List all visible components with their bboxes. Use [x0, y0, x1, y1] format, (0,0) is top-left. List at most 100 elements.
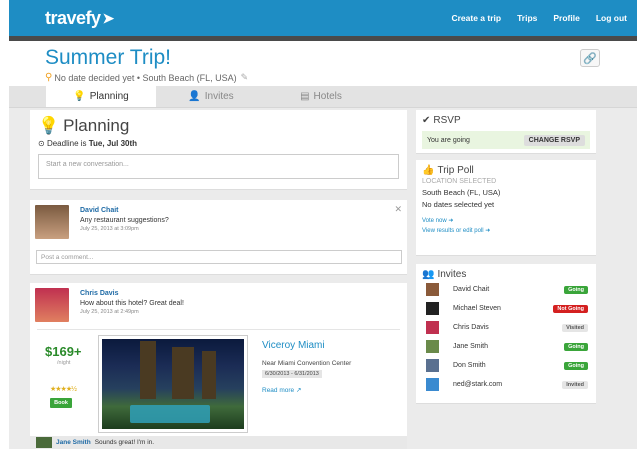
invite-status-badge: Invited [562, 380, 588, 389]
planning-heading: 💡 Planning [38, 116, 130, 135]
trip-poll-card: 👍 Trip Poll LOCATION SELECTED South Beach… [416, 160, 596, 256]
rsvp-status: You are going CHANGE RSVP [422, 131, 590, 149]
invites-card: 👥 Invites David Chait Going Michael Steven N… [416, 264, 596, 404]
invite-status-badge: Going [564, 342, 588, 351]
change-rsvp-button[interactable]: CHANGE RSVP [523, 134, 585, 146]
invite-status-badge: Visited [562, 323, 588, 332]
invite-row: Jane Smith Going [422, 337, 590, 356]
post-author[interactable]: David Chait [80, 207, 169, 214]
hotel-dates: 6/30/2013 - 6/31/2013 [262, 370, 322, 378]
check-icon: ✔ [422, 115, 431, 126]
hotel-photo[interactable] [99, 336, 247, 432]
trip-tabs: 💡 Planning 👤 Invites ▤ Hotels [9, 86, 637, 108]
nav-trips[interactable]: Trips [517, 13, 537, 23]
lightbulb-icon: 💡 [38, 116, 60, 135]
vote-now-link[interactable]: Vote now ➜ [422, 217, 590, 224]
left-frame [0, 0, 9, 449]
avatar [426, 283, 439, 296]
avatar [426, 359, 439, 372]
star-rating: ★★★★½ [50, 386, 77, 393]
plane-icon: ➤ [102, 9, 115, 26]
invitee-name: ned@stark.com [453, 381, 503, 388]
tab-invites[interactable]: 👤 Invites [156, 86, 266, 107]
poll-state: LOCATION SELECTED [422, 178, 497, 185]
users-icon: 👥 [422, 269, 435, 280]
nav-logout[interactable]: Log out [596, 13, 627, 23]
trip-header: Summer Trip! ⚲ No date decided yet • Sou… [9, 41, 637, 86]
book-button[interactable]: Book [50, 398, 72, 408]
avatar [426, 378, 439, 391]
avatar [35, 288, 69, 322]
trip-subtitle: ⚲ No date decided yet • South Beach (FL,… [45, 72, 249, 83]
thumbs-up-icon: 👍 [422, 165, 435, 176]
post-meta: David Chait Any restaurant suggestions? … [80, 207, 169, 232]
invite-row: David Chait Going [422, 280, 590, 299]
main-column: 💡 Planning ⊙ Deadline is Tue, Jul 30th St… [30, 110, 407, 443]
post-date: July 25, 2013 at 3:09pm [80, 226, 139, 232]
invite-row: ned@stark.com Invited [422, 375, 590, 394]
post-author[interactable]: Chris Davis [80, 290, 184, 297]
share-link-button[interactable]: 🔗 [580, 49, 600, 67]
close-icon[interactable]: ✕ [394, 204, 402, 215]
nav-create-trip[interactable]: Create a trip [451, 13, 501, 23]
hotel-icon: ▤ [300, 91, 310, 102]
per-night-label: /night [57, 360, 71, 366]
invite-row: Don Smith Going [422, 356, 590, 375]
comment-input[interactable]: Post a comment... [36, 250, 402, 264]
rsvp-card: ✔ RSVP You are going CHANGE RSVP [416, 110, 596, 154]
external-link-icon: ↗ [295, 387, 302, 394]
user-icon: 👤 [188, 91, 201, 102]
avatar [426, 321, 439, 334]
reply-text: Sounds great! I'm in. [94, 439, 155, 446]
hotel-location: Near Miami Convention Center [262, 360, 352, 367]
invitee-name: Michael Steven [453, 305, 501, 312]
main-nav: Create a trip Trips Profile Log out [451, 13, 627, 23]
reply-author[interactable]: Jane Smith [56, 439, 91, 446]
planning-card: 💡 Planning ⊙ Deadline is Tue, Jul 30th St… [30, 110, 407, 190]
hotel-post: Chris Davis How about this hotel? Great … [30, 283, 407, 443]
view-results-link[interactable]: View results or edit poll ➜ [422, 227, 590, 234]
post-date: July 25, 2013 at 2:49pm [80, 309, 139, 315]
top-nav-bar: travefy ➤ Create a trip Trips Profile Log… [9, 0, 637, 36]
sidebar: ✔ RSVP You are going CHANGE RSVP 👍 Trip Po… [416, 110, 596, 404]
invite-list: David Chait Going Michael Steven Not Going C… [422, 280, 590, 394]
rsvp-heading: ✔ RSVP [422, 115, 461, 126]
invitee-name: Jane Smith [453, 343, 489, 350]
link-icon: 🔗 [583, 52, 597, 65]
invite-row: Michael Steven Not Going [422, 299, 590, 318]
poll-heading: 👍 Trip Poll [422, 165, 474, 176]
post-meta: Chris Davis How about this hotel? Great … [80, 290, 184, 315]
poll-dates: No dates selected yet [422, 200, 495, 209]
invite-status-badge: Not Going [553, 304, 588, 313]
invitee-name: Don Smith [453, 362, 486, 369]
new-conversation-input[interactable]: Start a new conversation... [38, 154, 399, 179]
reply-row: Jane Smith Sounds great! I'm in. [30, 436, 407, 449]
poll-location: South Beach (FL, USA) [422, 188, 501, 197]
location-pin-icon: ⚲ [45, 72, 53, 83]
invites-heading: 👥 Invites [422, 269, 467, 280]
avatar [35, 205, 69, 239]
post-text: How about this hotel? Great deal! [80, 300, 184, 307]
invitee-name: Chris Davis [453, 324, 489, 331]
post-text: Any restaurant suggestions? [80, 217, 169, 224]
avatar [426, 302, 439, 315]
invite-status-badge: Going [564, 285, 588, 294]
hotel-name-link[interactable]: Viceroy Miami [262, 340, 325, 351]
nav-profile[interactable]: Profile [553, 13, 579, 23]
invite-status-badge: Going [564, 361, 588, 370]
avatar [426, 340, 439, 353]
conversation-post: David Chait Any restaurant suggestions? … [30, 200, 407, 275]
travefy-logo[interactable]: travefy ➤ [45, 8, 114, 29]
invite-row: Chris Davis Visited [422, 318, 590, 337]
tab-hotels[interactable]: ▤ Hotels [266, 86, 376, 107]
hotel-price: $169+ [45, 344, 82, 359]
avatar [36, 437, 52, 448]
trip-title: Summer Trip! [45, 46, 172, 69]
deadline-text: ⊙ Deadline is Tue, Jul 30th [38, 139, 138, 148]
edit-icon[interactable]: ✎ [241, 72, 249, 83]
tab-planning[interactable]: 💡 Planning [46, 86, 156, 107]
read-more-link[interactable]: Read more ↗ [262, 386, 301, 394]
invitee-name: David Chait [453, 286, 490, 293]
lightbulb-icon: 💡 [73, 91, 86, 102]
hotel-card: $169+ /night ★★★★½ Book Viceroy Miami Ne… [37, 329, 400, 435]
